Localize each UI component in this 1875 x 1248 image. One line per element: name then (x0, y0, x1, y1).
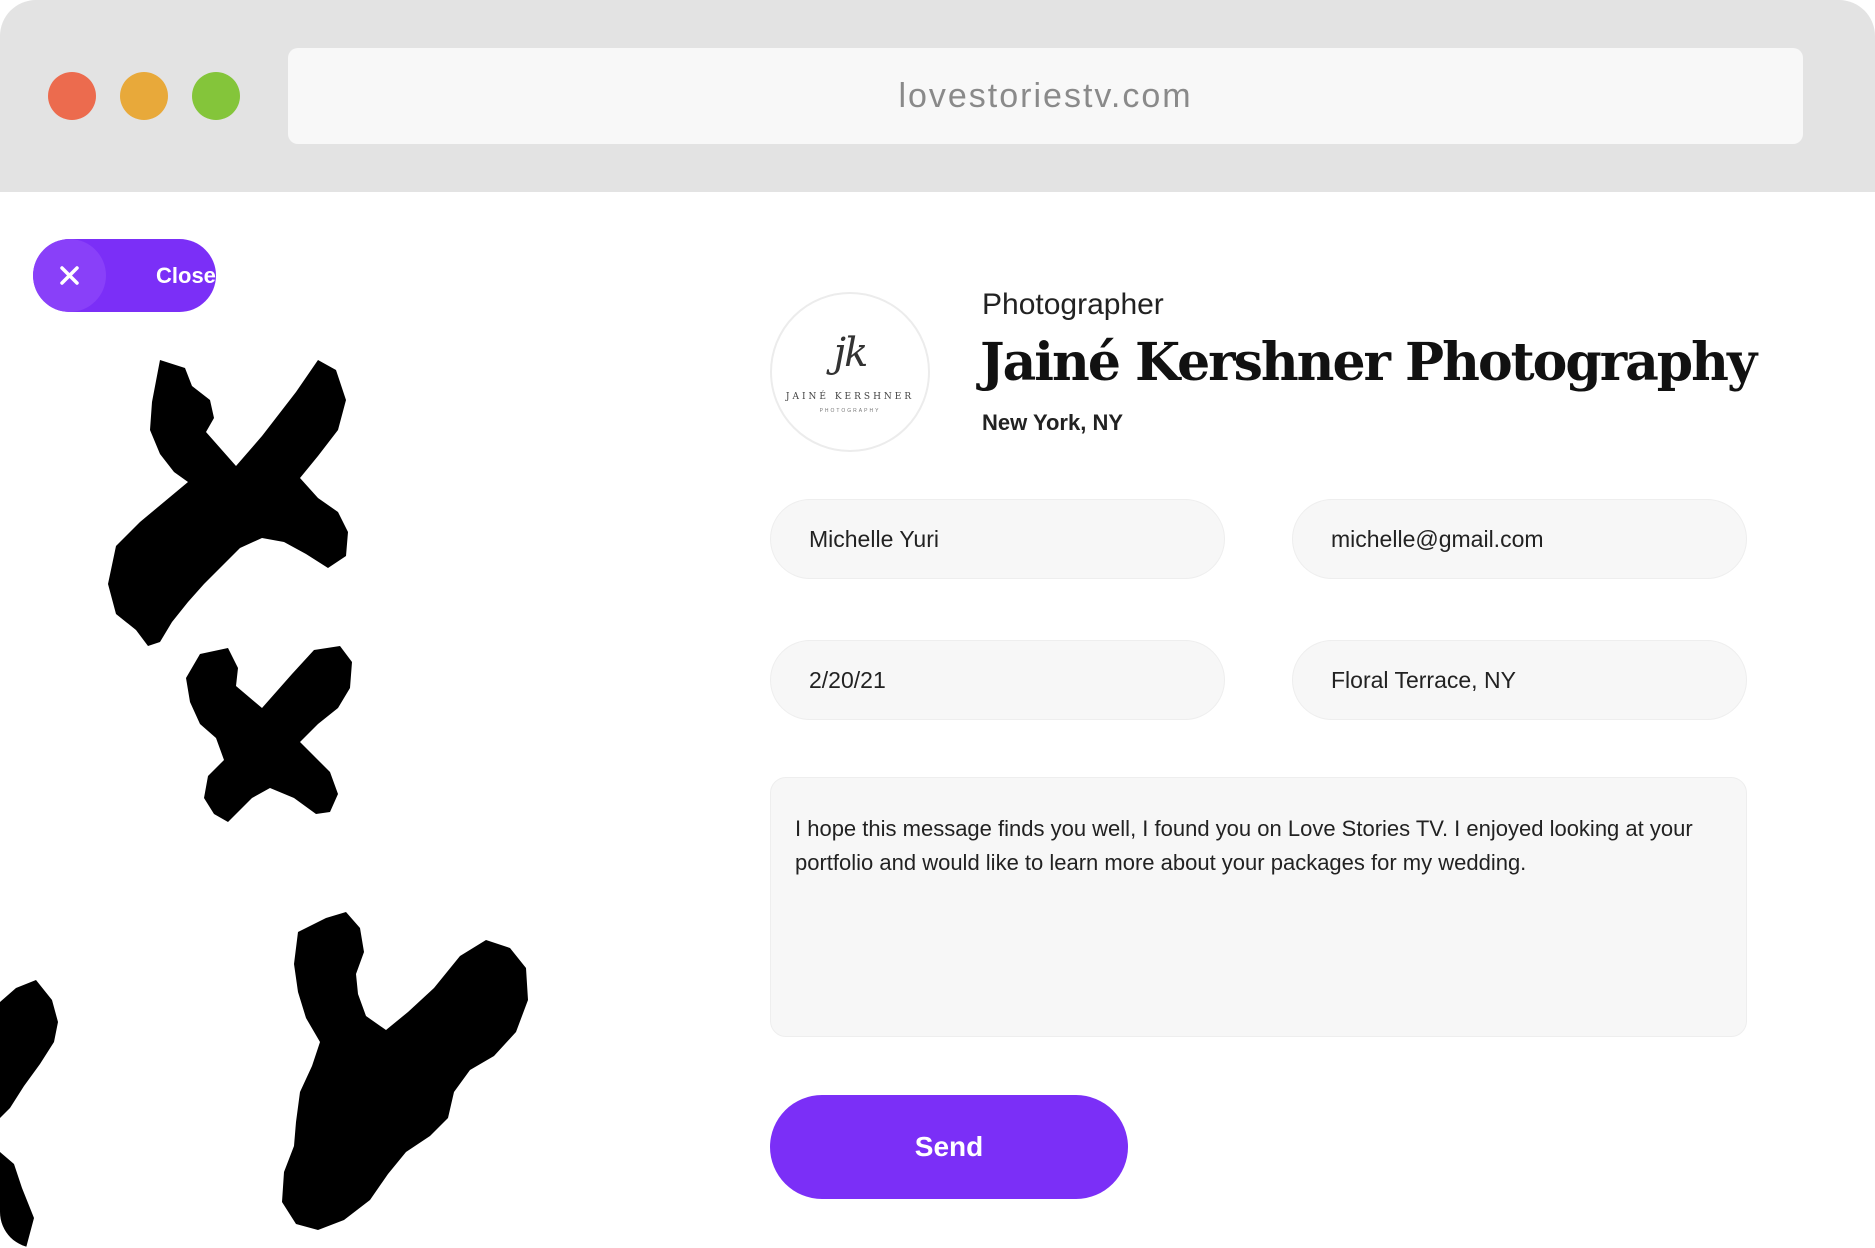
window-minimize-dot[interactable] (120, 72, 168, 120)
vendor-logo-subtitle: PHOTOGRAPHY (819, 408, 881, 414)
vendor-name: Jainé Kershner Photography (980, 332, 1757, 393)
send-button[interactable]: Send (770, 1095, 1128, 1199)
brushstroke-x-bottom (282, 912, 528, 1230)
close-icon (60, 266, 79, 285)
browser-titlebar: lovestoriestv.com (0, 0, 1875, 192)
brushstroke-edge-top (0, 980, 58, 1118)
brushstroke-edge-bottom (0, 1152, 34, 1248)
window-close-dot[interactable] (48, 72, 96, 120)
vendor-location: New York, NY (982, 410, 1124, 435)
message-field[interactable]: I hope this message finds you well, I fo… (770, 777, 1747, 1037)
vendor-type: Photographer (982, 288, 1164, 321)
venue-field[interactable] (1292, 640, 1747, 720)
window-zoom-dot[interactable] (192, 72, 240, 120)
vendor-logo-name: JAINÉ KERSHNER (785, 392, 915, 402)
brushstroke-x-large (108, 360, 348, 646)
vendor-logo: jk JAINÉ KERSHNER PHOTOGRAPHY (770, 292, 930, 452)
address-bar-url: lovestoriestv.com (898, 76, 1193, 115)
close-button[interactable]: Close (33, 239, 216, 312)
vendor-logo-monogram: jk (833, 330, 869, 376)
name-field[interactable] (770, 499, 1225, 579)
browser-window: lovestoriestv.com Close jk JAINÉ KERSHNE… (0, 0, 1875, 1248)
decorative-brushstroke-art (0, 360, 528, 1248)
page-content: Close jk JAINÉ KERSHNER PHOTOGRAPHY Phot… (0, 192, 1875, 1248)
brushstroke-x-small (186, 646, 352, 822)
close-button-label: Close (156, 263, 216, 288)
email-field[interactable] (1292, 499, 1747, 579)
address-bar[interactable]: lovestoriestv.com (288, 48, 1803, 144)
wedding-date-field[interactable] (770, 640, 1225, 720)
